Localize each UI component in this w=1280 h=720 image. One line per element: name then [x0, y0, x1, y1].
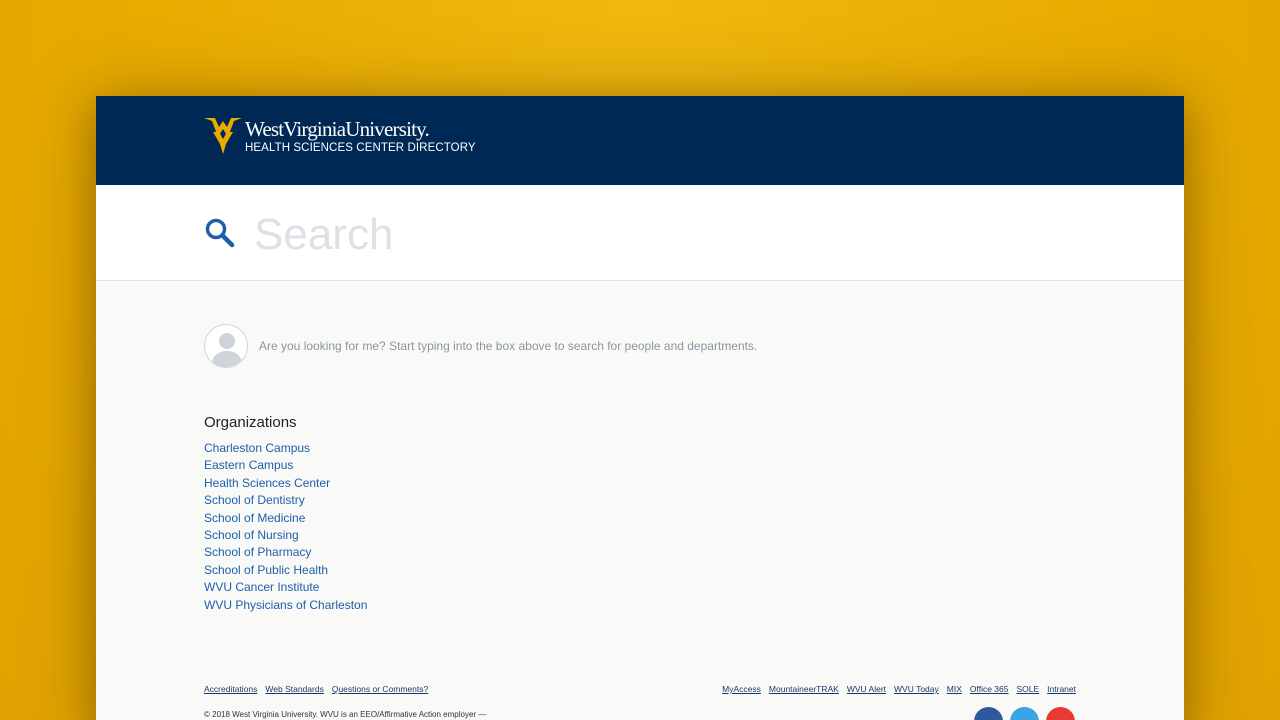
footer-left-links: Accreditations Web Standards Questions o… — [204, 684, 428, 694]
organizations-title: Organizations — [204, 414, 297, 431]
footer-link-myaccess[interactable]: MyAccess — [722, 684, 761, 694]
facebook-icon[interactable] — [974, 707, 1003, 720]
footer-link-intranet[interactable]: Intranet — [1047, 684, 1076, 694]
footer-link-mountaineertrak[interactable]: MountaineerTRAK — [769, 684, 839, 694]
org-link-school-of-nursing[interactable]: School of Nursing — [204, 528, 299, 542]
wvu-logo[interactable]: WestVirginiaUniversity. HEALTH SCIENCES … — [204, 118, 476, 155]
copyright-text: © 2018 West Virginia University. WVU is … — [204, 710, 487, 719]
footer-link-accreditations[interactable]: Accreditations — [204, 684, 257, 694]
org-link-wvu-physicians-of-charleston[interactable]: WVU Physicians of Charleston — [204, 598, 367, 612]
search-hint: Are you looking for me? Start typing int… — [204, 324, 757, 368]
org-link-charleston-campus[interactable]: Charleston Campus — [204, 441, 310, 455]
search-bar — [96, 185, 1184, 281]
org-link-wvu-cancer-institute[interactable]: WVU Cancer Institute — [204, 580, 319, 594]
org-list-item: School of Nursing — [204, 527, 367, 544]
org-list-item: Charleston Campus — [204, 440, 367, 457]
footer-link-questions[interactable]: Questions or Comments? — [332, 684, 428, 694]
user-avatar-icon — [204, 324, 248, 368]
hint-text: Are you looking for me? Start typing int… — [259, 339, 758, 353]
footer-right-links: MyAccess MountaineerTRAK WVU Alert WVU T… — [722, 684, 1076, 694]
org-link-health-sciences-center[interactable]: Health Sciences Center — [204, 476, 330, 490]
logo-text: WestVirginiaUniversity. HEALTH SCIENCES … — [245, 118, 476, 155]
org-list-item: School of Public Health — [204, 562, 367, 579]
youtube-icon[interactable] — [1046, 707, 1075, 720]
org-list-item: WVU Cancer Institute — [204, 579, 367, 596]
search-input[interactable] — [254, 205, 1074, 265]
footer-link-wvu-alert[interactable]: WVU Alert — [847, 684, 886, 694]
footer-link-mix[interactable]: MIX — [947, 684, 962, 694]
footer-link-sole[interactable]: SOLE — [1016, 684, 1039, 694]
org-list-item: School of Pharmacy — [204, 544, 367, 561]
org-list-item: School of Medicine — [204, 510, 367, 527]
org-list-item: Eastern Campus — [204, 457, 367, 474]
logo-subtitle: HEALTH SCIENCES CENTER DIRECTORY — [245, 142, 476, 154]
search-icon[interactable] — [204, 217, 236, 249]
site-header: WestVirginiaUniversity. HEALTH SCIENCES … — [96, 96, 1184, 185]
organizations-section: Organizations Charleston Campus Eastern … — [204, 414, 367, 614]
logo-university-name: WestVirginiaUniversity. — [245, 117, 430, 141]
flying-wv-logo-icon — [204, 118, 242, 154]
org-link-school-of-pharmacy[interactable]: School of Pharmacy — [204, 545, 311, 559]
org-link-eastern-campus[interactable]: Eastern Campus — [204, 458, 293, 472]
org-list-item: School of Dentistry — [204, 492, 367, 509]
org-list-item: Health Sciences Center — [204, 475, 367, 492]
org-link-school-of-medicine[interactable]: School of Medicine — [204, 511, 305, 525]
browser-window: WestVirginiaUniversity. HEALTH SCIENCES … — [96, 96, 1184, 720]
social-links — [974, 707, 1075, 720]
org-link-school-of-public-health[interactable]: School of Public Health — [204, 563, 328, 577]
twitter-icon[interactable] — [1010, 707, 1039, 720]
org-list-item: WVU Physicians of Charleston — [204, 597, 367, 614]
footer-link-office-365[interactable]: Office 365 — [970, 684, 1009, 694]
footer-link-wvu-today[interactable]: WVU Today — [894, 684, 939, 694]
footer-link-web-standards[interactable]: Web Standards — [265, 684, 323, 694]
organizations-list: Charleston Campus Eastern Campus Health … — [204, 440, 367, 614]
org-link-school-of-dentistry[interactable]: School of Dentistry — [204, 493, 305, 507]
